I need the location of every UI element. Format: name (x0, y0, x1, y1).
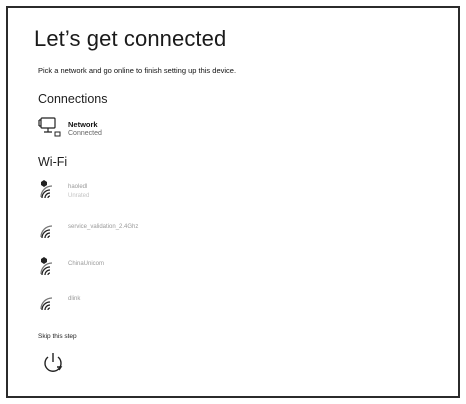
power-restart-icon[interactable] (40, 350, 66, 376)
connection-item-network[interactable]: Network Connected (38, 116, 238, 146)
wifi-icon (38, 218, 64, 242)
wifi-secured-icon (38, 255, 64, 279)
skip-step-link[interactable]: Skip this step (38, 333, 77, 340)
wifi-network-item[interactable]: service_validation_2.4Ghz (38, 218, 238, 248)
page-title: Let’s get connected (34, 26, 227, 51)
wifi-icon (38, 290, 64, 314)
wifi-network-item[interactable]: dlink (38, 290, 238, 320)
connection-status: Connected (68, 130, 102, 137)
wifi-ssid: dlink (68, 296, 81, 302)
wifi-network-item[interactable]: ChinaUnicom (38, 255, 238, 285)
wifi-status: Unrated (68, 193, 90, 199)
connection-name: Network (68, 120, 98, 129)
wifi-network-item[interactable]: haoledl Unrated (38, 178, 238, 208)
ethernet-monitor-icon (38, 116, 64, 140)
wifi-ssid: haoledl (68, 184, 88, 190)
connections-heading: Connections (38, 92, 108, 106)
wifi-ssid: service_validation_2.4Ghz (68, 224, 139, 230)
wifi-secured-icon (38, 178, 64, 202)
wifi-ssid: ChinaUnicom (68, 261, 105, 267)
wifi-heading: Wi-Fi (38, 155, 68, 169)
page-subtitle: Pick a network and go online to finish s… (38, 66, 237, 75)
